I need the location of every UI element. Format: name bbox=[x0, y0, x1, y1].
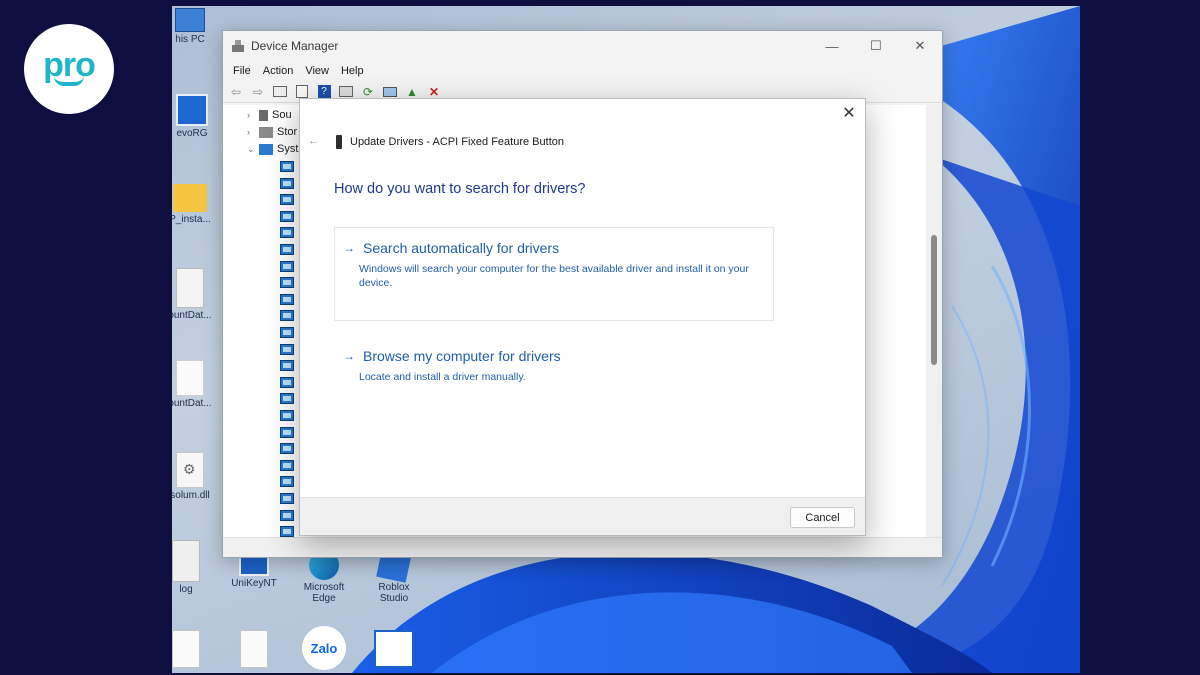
document-icon bbox=[172, 540, 200, 582]
chevron-right-icon[interactable]: › bbox=[247, 110, 259, 120]
document-icon bbox=[176, 360, 204, 396]
desktop-icon-doc-bottom-2[interactable] bbox=[226, 630, 282, 670]
computer-icon bbox=[175, 8, 205, 32]
forward-arrow-icon[interactable]: ⇨ bbox=[249, 84, 267, 100]
logo-smile-icon bbox=[54, 76, 84, 86]
document-icon bbox=[176, 268, 204, 308]
browse-computer-option[interactable]: → Browse my computer for drivers Locate … bbox=[334, 335, 774, 387]
status-bar bbox=[223, 537, 942, 557]
system-device-icon[interactable] bbox=[280, 177, 294, 189]
maximize-button[interactable]: ☐ bbox=[854, 31, 898, 61]
system-device-icon[interactable] bbox=[280, 410, 294, 421]
cancel-button[interactable]: Cancel bbox=[790, 507, 855, 528]
option-description: Locate and install a driver manually. bbox=[359, 371, 526, 383]
window-controls: — ☐ ✕ bbox=[810, 31, 942, 61]
desktop-icon-doc-bottom[interactable] bbox=[172, 630, 214, 670]
system-device-icon[interactable] bbox=[280, 360, 294, 372]
system-device-icon[interactable] bbox=[280, 343, 294, 355]
update-drivers-dialog: ✕ ← Update Drivers - ACPI Fixed Feature … bbox=[299, 98, 866, 536]
system-folder-icon bbox=[259, 143, 273, 155]
storage-icon bbox=[259, 126, 273, 138]
minimize-button[interactable]: — bbox=[810, 31, 854, 61]
system-device-icon[interactable] bbox=[280, 161, 294, 172]
device-icon bbox=[336, 135, 342, 149]
chevron-right-icon[interactable]: › bbox=[247, 127, 259, 137]
device-manager-icon bbox=[232, 40, 244, 52]
dialog-footer: Cancel bbox=[300, 497, 865, 535]
system-device-icon[interactable] bbox=[280, 210, 294, 222]
system-device-icon[interactable] bbox=[280, 526, 294, 538]
system-device-icon[interactable] bbox=[280, 327, 294, 338]
document-icon bbox=[172, 630, 200, 668]
dialog-header: Update Drivers - ACPI Fixed Feature Butt… bbox=[336, 135, 564, 149]
app-icon bbox=[374, 630, 414, 668]
desktop-icon-roblox[interactable]: Roblox Studio bbox=[366, 547, 422, 604]
system-device-icon[interactable] bbox=[280, 310, 294, 322]
system-device-icon[interactable] bbox=[280, 293, 294, 305]
brand-logo: pro bbox=[24, 24, 114, 114]
desktop-icon-folder[interactable]: P_insta... bbox=[172, 184, 218, 225]
desktop-icon-log[interactable]: log bbox=[172, 540, 214, 595]
arrow-right-icon: → bbox=[343, 349, 355, 363]
tree-item-storage[interactable]: › Stor bbox=[247, 126, 297, 138]
vertical-scrollbar[interactable] bbox=[926, 105, 942, 538]
menu-view[interactable]: View bbox=[305, 65, 329, 77]
tree-item-sound[interactable]: › Sou bbox=[247, 109, 292, 121]
system-device-icon[interactable] bbox=[280, 244, 294, 255]
speaker-icon bbox=[259, 109, 268, 121]
desktop-icon-this-pc[interactable]: his PC bbox=[172, 8, 218, 45]
desktop-icon-file-1[interactable]: ountDat... bbox=[172, 268, 218, 321]
system-device-icon[interactable] bbox=[280, 493, 294, 504]
back-arrow-icon[interactable]: ← bbox=[308, 135, 319, 147]
system-device-icon[interactable] bbox=[280, 227, 294, 239]
scrollbar-thumb[interactable] bbox=[931, 235, 937, 365]
option-description: Windows will search your computer for th… bbox=[359, 263, 749, 289]
desktop-icon-app-bottom[interactable] bbox=[366, 630, 422, 670]
system-device-icon[interactable] bbox=[280, 426, 294, 438]
show-hide-tree-icon[interactable] bbox=[271, 84, 289, 100]
gear-icon: ⚙ bbox=[176, 452, 204, 488]
desktop-icon-file-2[interactable]: ountDat... bbox=[172, 360, 218, 409]
menu-file[interactable]: File bbox=[233, 65, 251, 77]
system-device-icon[interactable] bbox=[280, 393, 294, 405]
tree-item-system[interactable]: ⌄ Syst bbox=[247, 143, 298, 155]
device-manager-title: Device Manager bbox=[251, 39, 339, 53]
system-device-icon[interactable] bbox=[280, 459, 294, 471]
system-device-icon[interactable] bbox=[280, 376, 294, 388]
desktop-icon-edge[interactable]: Microsoft Edge bbox=[296, 550, 352, 604]
document-icon bbox=[240, 630, 268, 668]
system-device-icon[interactable] bbox=[280, 277, 294, 289]
desktop-icon-dll[interactable]: ⚙ solum.dll bbox=[172, 452, 218, 501]
menu-help[interactable]: Help bbox=[341, 65, 364, 77]
desktop-icon-evorg[interactable]: evoRG bbox=[172, 94, 220, 139]
option-title: Browse my computer for drivers bbox=[363, 348, 561, 364]
app-icon bbox=[176, 94, 208, 126]
system-device-icon[interactable] bbox=[280, 260, 294, 272]
system-device-icon[interactable] bbox=[280, 476, 294, 488]
system-device-icon[interactable] bbox=[280, 194, 294, 206]
option-title: Search automatically for drivers bbox=[363, 240, 560, 256]
dialog-close-icon[interactable]: ✕ bbox=[839, 103, 859, 123]
zalo-icon: Zalo bbox=[302, 626, 346, 670]
system-device-icon[interactable] bbox=[280, 509, 294, 521]
desktop: his PC evoRG P_insta... ountDat... ountD… bbox=[172, 6, 1080, 673]
menu-action[interactable]: Action bbox=[263, 65, 294, 77]
chevron-down-icon[interactable]: ⌄ bbox=[247, 144, 259, 155]
arrow-right-icon: → bbox=[343, 241, 355, 255]
system-device-icon[interactable] bbox=[280, 443, 294, 455]
close-button[interactable]: ✕ bbox=[898, 31, 942, 61]
menu-bar: File Action View Help bbox=[223, 61, 942, 81]
desktop-icon-zalo[interactable]: Zalo bbox=[296, 626, 352, 672]
dialog-question: How do you want to search for drivers? bbox=[334, 181, 586, 197]
search-automatically-option[interactable]: → Search automatically for drivers Windo… bbox=[334, 227, 774, 321]
dialog-header-text: Update Drivers - ACPI Fixed Feature Butt… bbox=[350, 136, 564, 148]
back-arrow-icon[interactable]: ⇦ bbox=[227, 84, 245, 100]
folder-icon bbox=[173, 184, 207, 212]
